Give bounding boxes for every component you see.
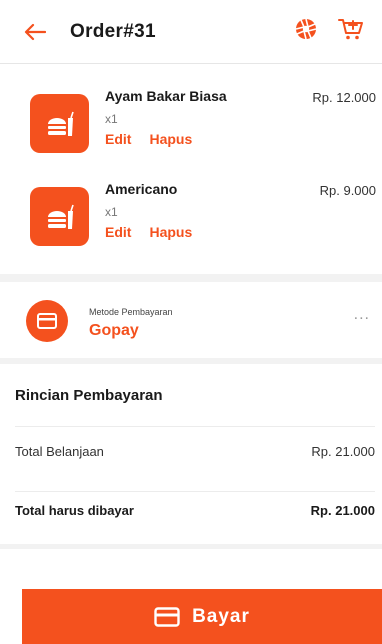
- edit-item-button[interactable]: Edit: [105, 131, 131, 147]
- credit-card-icon: [154, 606, 180, 627]
- item-name: Ayam Bakar Biasa: [105, 88, 227, 104]
- pay-button-label: Bayar: [192, 605, 250, 627]
- subtotal-label: Total Belanjaan: [15, 444, 104, 459]
- divider: [15, 491, 375, 492]
- food-icon: [30, 187, 89, 246]
- add-to-cart-icon[interactable]: [338, 17, 364, 46]
- order-items: Ayam Bakar Biasa x1 Edit Hapus Rp. 12.00…: [0, 64, 382, 274]
- more-options-icon[interactable]: ...: [354, 306, 370, 324]
- total-label: Total harus dibayar: [15, 503, 134, 518]
- delete-item-button[interactable]: Hapus: [149, 131, 192, 147]
- subtotal-row: Total Belanjaan Rp. 21.000: [15, 444, 375, 459]
- payment-method-label: Metode Pembayaran: [89, 307, 173, 317]
- pay-button[interactable]: Bayar: [22, 589, 382, 644]
- divider: [15, 426, 375, 427]
- payment-method-card[interactable]: Metode Pembayaran Gopay ...: [0, 282, 382, 358]
- edit-item-button[interactable]: Edit: [105, 224, 131, 240]
- item-quantity: x1: [105, 205, 118, 219]
- summary-title: Rincian Pembayaran: [15, 387, 163, 404]
- payment-summary: Rincian Pembayaran Total Belanjaan Rp. 2…: [0, 364, 382, 544]
- payment-method-value: Gopay: [89, 322, 139, 339]
- item-quantity: x1: [105, 112, 118, 126]
- camera-aperture-icon[interactable]: [294, 17, 318, 46]
- total-value: Rp. 21.000: [310, 503, 375, 518]
- page-title: Order#31: [70, 20, 156, 42]
- order-item: Ayam Bakar Biasa x1 Edit Hapus Rp. 12.00…: [0, 88, 382, 178]
- total-row: Total harus dibayar Rp. 21.000: [15, 503, 375, 518]
- arrow-left-icon: [24, 23, 46, 40]
- item-price: Rp. 9.000: [319, 183, 376, 198]
- top-bar: Order#31: [0, 0, 382, 64]
- delete-item-button[interactable]: Hapus: [149, 224, 192, 240]
- item-price: Rp. 12.000: [312, 90, 376, 105]
- item-name: Americano: [105, 181, 178, 197]
- order-item: Americano x1 Edit Hapus Rp. 9.000: [0, 181, 382, 271]
- subtotal-value: Rp. 21.000: [311, 444, 375, 459]
- credit-card-icon: [26, 300, 68, 342]
- back-button[interactable]: [0, 0, 70, 64]
- food-icon: [30, 94, 89, 153]
